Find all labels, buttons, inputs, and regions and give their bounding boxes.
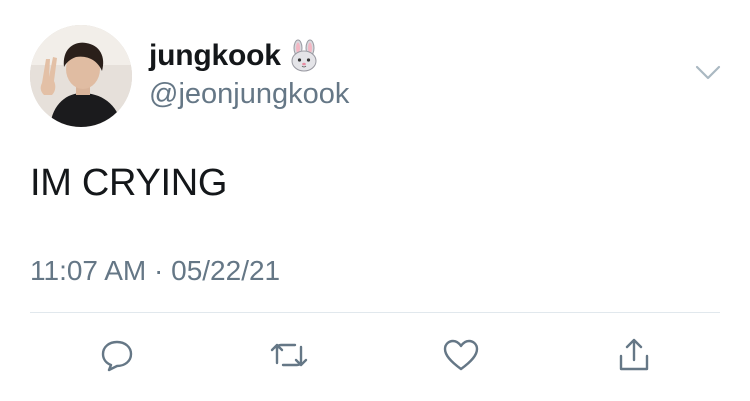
- tweet-card: jungkook @jeonjungkook IM CRYING 11:07 A…: [0, 0, 750, 401]
- reply-button[interactable]: [95, 333, 139, 377]
- share-button[interactable]: [612, 333, 656, 377]
- heart-icon: [442, 337, 480, 373]
- action-bar: [0, 333, 750, 377]
- share-icon: [616, 336, 652, 374]
- tweet-date: 05/22/21: [171, 255, 281, 286]
- like-button[interactable]: [439, 333, 483, 377]
- display-name-row: jungkook: [149, 38, 321, 74]
- avatar[interactable]: [30, 25, 132, 127]
- divider: [30, 312, 720, 313]
- retweet-button[interactable]: [267, 333, 311, 377]
- tweet-text: IM CRYING: [30, 162, 228, 204]
- chevron-down-icon[interactable]: [694, 62, 722, 82]
- rabbit-face-icon: [287, 39, 321, 73]
- tweet-time: 11:07 AM: [30, 255, 147, 286]
- reply-icon: [99, 337, 135, 373]
- timestamp-separator: ·: [146, 255, 172, 286]
- retweet-icon: [269, 337, 309, 373]
- timestamp[interactable]: 11:07 AM · 05/22/21: [30, 255, 280, 287]
- display-name[interactable]: jungkook: [149, 39, 281, 73]
- handle[interactable]: @jeonjungkook: [149, 78, 349, 111]
